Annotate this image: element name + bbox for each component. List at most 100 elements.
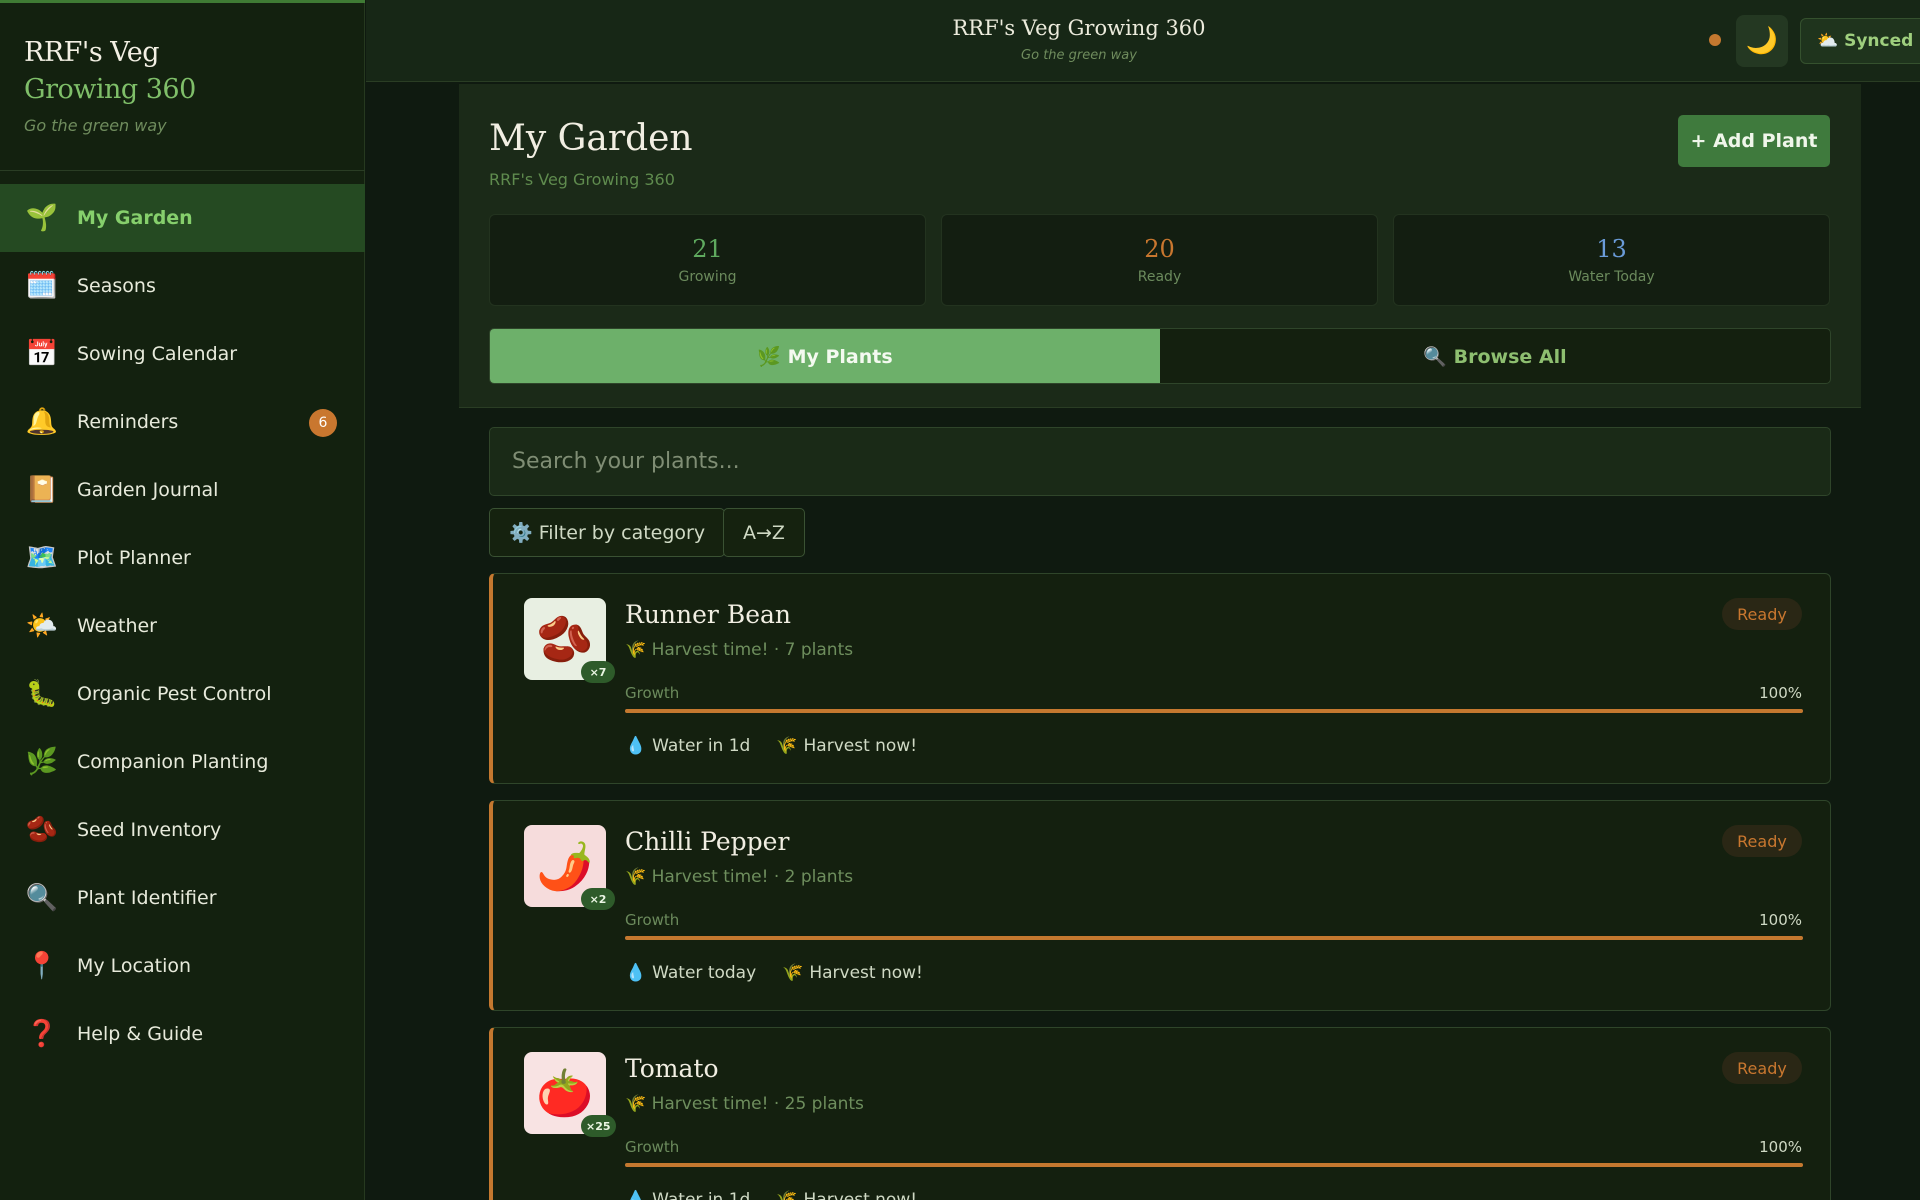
sidebar-item-label: Plot Planner	[77, 547, 191, 569]
harvest-tag-label: Harvest now!	[803, 736, 918, 756]
plant-subtitle: 🌾 Harvest time! · 25 plants	[625, 1094, 864, 1114]
sidebar-item-label: Weather	[77, 615, 157, 637]
stat-label: Water Today	[1568, 269, 1655, 285]
chilli-icon: 🌶️	[536, 838, 594, 893]
app-title: RRF's Veg Growing 360	[952, 16, 1206, 40]
sidebar-accent-line	[0, 0, 365, 3]
beans-icon: 🫘	[25, 815, 59, 845]
sidebar-item-label: Help & Guide	[77, 1023, 204, 1045]
sidebar-divider	[0, 170, 365, 171]
status-badge: Ready	[1722, 598, 1802, 630]
sidebar-item-reminders[interactable]: 🔔 Reminders 6	[0, 388, 365, 456]
stat-growing: 21 Growing	[489, 214, 926, 306]
plant-tags: 💧 Water today 🌾 Harvest now!	[625, 963, 923, 983]
plant-card-chilli-pepper[interactable]: 🌶️ ×2 Chilli Pepper 🌾 Harvest time! · 2 …	[489, 800, 1831, 1011]
sidebar-item-garden-journal[interactable]: 📔 Garden Journal	[0, 456, 365, 524]
brand-subtitle: Go the green way	[24, 116, 167, 135]
water-drop-icon: 💧	[625, 736, 647, 756]
top-bar: RRF's Veg Growing 360 Go the green way 🌙…	[366, 0, 1920, 82]
harvest-tag: 🌾 Harvest now!	[782, 963, 923, 983]
sidebar-item-label: Companion Planting	[77, 751, 269, 773]
date-calendar-icon: 📅	[25, 339, 59, 369]
water-tag: 💧 Water in 1d	[625, 736, 750, 756]
sidebar-item-plant-identifier[interactable]: 🔍 Plant Identifier	[0, 864, 365, 932]
stat-value: 21	[692, 235, 723, 263]
sync-status-button[interactable]: ⛅ Synced	[1800, 18, 1920, 64]
stat-value: 13	[1596, 235, 1627, 263]
journal-icon: 📔	[25, 475, 59, 505]
sidebar-item-help-guide[interactable]: ❓ Help & Guide	[0, 1000, 365, 1068]
growth-progress-fill	[625, 709, 1803, 713]
sidebar-item-companion-planting[interactable]: 🌿 Companion Planting	[0, 728, 365, 796]
sidebar-item-seed-inventory[interactable]: 🫘 Seed Inventory	[0, 796, 365, 864]
brand-title-accent: Growing 360	[24, 74, 196, 105]
harvest-tag-label: Harvest now!	[803, 1190, 918, 1200]
status-badge: Ready	[1722, 1052, 1802, 1084]
sidebar-item-plot-planner[interactable]: 🗺️ Plot Planner	[0, 524, 365, 592]
sidebar-item-seasons[interactable]: 🗓️ Seasons	[0, 252, 365, 320]
plant-name: Chilli Pepper	[625, 827, 790, 856]
tab-browse-all[interactable]: 🔍 Browse All	[1160, 329, 1830, 383]
sort-az-button[interactable]: A→Z	[723, 508, 805, 557]
water-tag-label: Water today	[652, 963, 757, 983]
water-tag: 💧 Water today	[625, 963, 756, 983]
sun-cloud-icon: 🌤️	[25, 611, 59, 641]
sidebar-item-label: My Garden	[77, 207, 193, 229]
caterpillar-icon: 🐛	[25, 679, 59, 709]
plant-card-runner-bean[interactable]: 🫘 ×7 Runner Bean 🌾 Harvest time! · 7 pla…	[489, 573, 1831, 784]
growth-label: Growth	[625, 1138, 680, 1156]
moon-icon: 🌙	[1745, 26, 1779, 56]
stat-label: Ready	[1137, 269, 1182, 285]
search-input[interactable]	[489, 427, 1831, 496]
plant-subtitle: 🌾 Harvest time! · 7 plants	[625, 640, 854, 660]
water-tag: 💧 Water in 1d	[625, 1190, 750, 1200]
sidebar-item-weather[interactable]: 🌤️ Weather	[0, 592, 365, 660]
status-badge: Ready	[1722, 825, 1802, 857]
growth-progress-fill	[625, 1163, 1803, 1167]
growth-progress-bar	[625, 1163, 1803, 1167]
question-icon: ❓	[25, 1019, 59, 1049]
plant-name: Tomato	[625, 1054, 719, 1083]
plant-card-tomato[interactable]: 🍅 ×25 Tomato 🌾 Harvest time! · 25 plants…	[489, 1027, 1831, 1200]
growth-progress-bar	[625, 709, 1803, 713]
water-drop-icon: 💧	[625, 1190, 647, 1200]
sidebar-item-label: Sowing Calendar	[77, 343, 238, 365]
brand[interactable]: RRF's Veg Growing 360 Go the green way	[24, 34, 344, 135]
tab-my-plants[interactable]: 🌿 My Plants	[490, 329, 1160, 383]
brand-title: RRF's Veg Growing 360	[24, 34, 344, 108]
sidebar-item-label: Seasons	[77, 275, 156, 297]
theme-toggle-button[interactable]: 🌙	[1736, 15, 1788, 67]
stat-label: Growing	[678, 269, 737, 285]
sidebar-item-organic-pest-control[interactable]: 🐛 Organic Pest Control	[0, 660, 365, 728]
growth-percent: 100%	[1759, 684, 1802, 702]
plant-count-badge: ×25	[581, 1115, 616, 1137]
plant-count-badge: ×7	[581, 661, 615, 683]
page-subtitle: RRF's Veg Growing 360	[489, 170, 675, 189]
app-subtitle: Go the green way	[1021, 48, 1137, 63]
sidebar-item-sowing-calendar[interactable]: 📅 Sowing Calendar	[0, 320, 365, 388]
page-title: My Garden	[489, 118, 693, 159]
sidebar-item-my-garden[interactable]: 🌱 My Garden	[0, 184, 365, 252]
growth-progress-fill	[625, 936, 1803, 940]
filter-category-button[interactable]: ⚙️ Filter by category	[489, 508, 726, 557]
sidebar-item-my-location[interactable]: 📍 My Location	[0, 932, 365, 1000]
tomato-icon: 🍅	[536, 1065, 594, 1120]
map-icon: 🗺️	[25, 543, 59, 573]
plant-count-badge: ×2	[581, 888, 615, 910]
view-tabs: 🌿 My Plants 🔍 Browse All	[489, 328, 1831, 384]
plant-tags: 💧 Water in 1d 🌾 Harvest now!	[625, 1190, 917, 1200]
stat-water-today: 13 Water Today	[1393, 214, 1830, 306]
harvest-tag: 🌾 Harvest now!	[776, 736, 917, 756]
growth-percent: 100%	[1759, 911, 1802, 929]
herb-icon: 🌿	[25, 747, 59, 777]
beans-icon: 🫘	[536, 611, 594, 666]
reminders-count-badge: 6	[309, 409, 337, 437]
water-tag-label: Water in 1d	[652, 736, 751, 756]
growth-label: Growth	[625, 911, 680, 929]
sidebar-item-label: My Location	[77, 955, 192, 977]
seedling-icon: 🌱	[25, 203, 59, 233]
wheat-icon: 🌾	[776, 1190, 798, 1200]
plant-subtitle: 🌾 Harvest time! · 2 plants	[625, 867, 854, 887]
plant-name: Runner Bean	[625, 600, 791, 629]
add-plant-button[interactable]: + Add Plant	[1678, 115, 1830, 167]
